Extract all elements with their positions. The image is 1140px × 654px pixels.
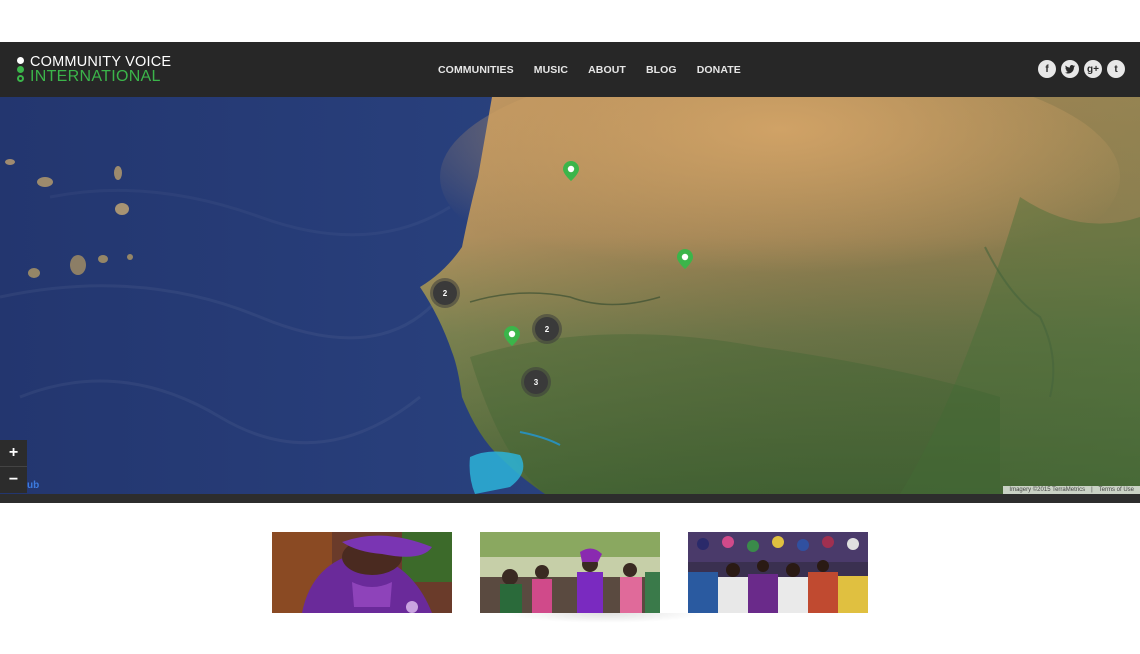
map-provider-logo[interactable]: ub bbox=[27, 480, 39, 491]
site-header: COMMUNITY VOICE INTERNATIONAL COMMUNITIE… bbox=[0, 42, 1140, 97]
nav-about[interactable]: ABOUT bbox=[588, 64, 626, 76]
map-cluster-marker[interactable]: 2 bbox=[535, 317, 559, 341]
map-marker-pin[interactable] bbox=[504, 326, 520, 346]
nav-communities[interactable]: COMMUNITIES bbox=[438, 64, 514, 76]
map-cluster-marker[interactable]: 2 bbox=[433, 281, 457, 305]
satellite-map[interactable]: 2 2 3 + − ub Imagery ©2015 TerraMetrics … bbox=[0, 97, 1140, 494]
map-marker-pin[interactable] bbox=[563, 161, 579, 181]
gallery-shadow bbox=[505, 613, 705, 623]
group-of-women-photo[interactable] bbox=[480, 532, 660, 613]
tumblr-icon[interactable]: t bbox=[1107, 60, 1125, 78]
nav-blog[interactable]: BLOG bbox=[646, 64, 677, 76]
map-attribution: Imagery ©2015 TerraMetrics | Terms of Us… bbox=[1003, 486, 1140, 494]
facebook-icon[interactable]: f bbox=[1038, 60, 1056, 78]
zoom-in-button[interactable]: + bbox=[0, 440, 27, 467]
google-plus-icon[interactable]: g+ bbox=[1084, 60, 1102, 78]
top-whitespace bbox=[0, 0, 1140, 42]
map-marker-pin[interactable] bbox=[677, 249, 693, 269]
logo-text-line2: INTERNATIONAL bbox=[30, 68, 161, 85]
map-imagery bbox=[0, 97, 1140, 494]
main-nav: COMMUNITIES MUSIC ABOUT BLOG DONATE bbox=[438, 42, 761, 97]
nav-donate[interactable]: DONATE bbox=[697, 64, 741, 76]
terms-of-use-link[interactable]: Terms of Use bbox=[1099, 487, 1134, 493]
zoom-out-button[interactable]: − bbox=[0, 467, 27, 493]
map-cluster-marker[interactable]: 3 bbox=[524, 370, 548, 394]
logo-mark bbox=[17, 57, 26, 84]
woman-in-purple-photo[interactable] bbox=[272, 532, 452, 613]
map-bottom-bar bbox=[0, 494, 1140, 503]
photo-gallery bbox=[0, 532, 1140, 613]
nav-music[interactable]: MUSIC bbox=[534, 64, 568, 76]
twitter-icon[interactable] bbox=[1061, 60, 1079, 78]
social-links: f g+ t bbox=[1033, 60, 1125, 78]
imagery-credit: Imagery ©2015 TerraMetrics bbox=[1009, 487, 1086, 493]
seated-crowd-photo[interactable] bbox=[688, 532, 868, 613]
